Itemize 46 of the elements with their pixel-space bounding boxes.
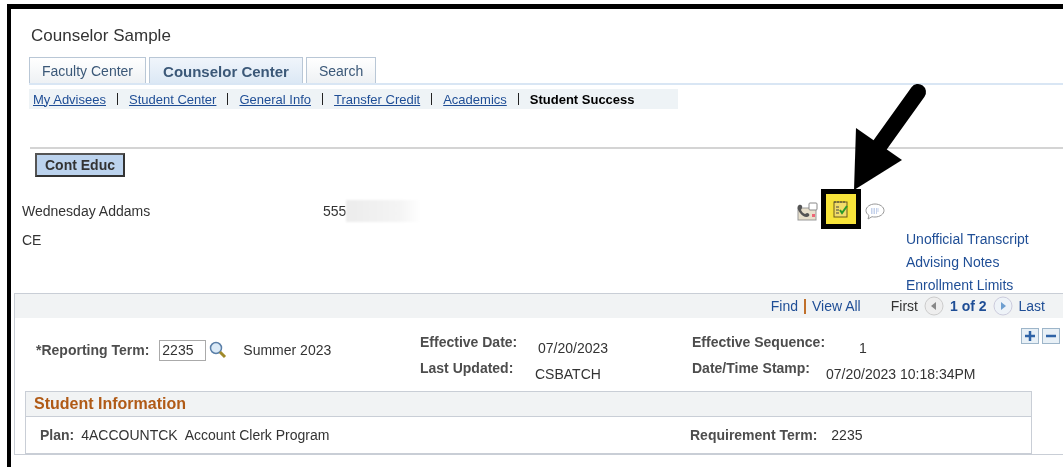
field-label: Plan:	[40, 427, 75, 443]
field-label: Effective Sequence:	[692, 334, 826, 352]
nav-link[interactable]: Student Success	[529, 91, 635, 107]
student-name: Wednesday Addams	[22, 203, 152, 219]
nav-link[interactable]: My Advisees	[33, 91, 106, 107]
find-link[interactable]: Find	[770, 298, 798, 314]
tab[interactable]: Counselor Center	[149, 57, 303, 83]
plan-code: 4ACCOUNTCK	[81, 427, 178, 443]
student-id: 555	[323, 203, 347, 219]
tab[interactable]: Faculty Center	[29, 57, 147, 83]
tab[interactable]: Search	[305, 57, 377, 83]
field-label: *Reporting Term:	[36, 342, 150, 358]
plan-description: Account Clerk Program	[184, 427, 330, 443]
nav-link[interactable]: Transfer Credit	[334, 91, 421, 107]
side-link[interactable]: Unofficial Transcript	[906, 230, 1063, 248]
first-label: First	[890, 298, 918, 314]
reporting-term-field[interactable]: 2235	[159, 339, 207, 361]
nav-link[interactable]: Student Center	[129, 91, 217, 107]
page-title: Counselor Sample	[31, 25, 172, 47]
field-label: Date/Time Stamp:	[692, 360, 810, 378]
nav-link[interactable]: General Info	[239, 91, 311, 107]
field-value: 2235	[831, 427, 863, 443]
search-icon[interactable]	[209, 341, 228, 359]
plus-icon	[1024, 330, 1036, 342]
career-button[interactable]: Cont Educ	[35, 153, 125, 177]
nav-link[interactable]: Academics	[443, 91, 507, 107]
field-value: 07/20/2023	[537, 339, 609, 358]
field-value: 07/20/2023 10:18:34PM	[826, 365, 976, 384]
contact-card-icon[interactable]	[795, 199, 819, 224]
last-link[interactable]: Last	[1018, 298, 1045, 314]
field-label: Effective Date:	[420, 334, 518, 352]
previous-icon[interactable]	[923, 296, 944, 316]
field-value: CSBATCH	[535, 365, 601, 384]
term-description: Summer 2023	[243, 342, 332, 358]
row-position: 1 of 2	[949, 298, 987, 314]
side-link[interactable]: Advising Notes	[906, 253, 1063, 271]
add-row-button[interactable]	[1021, 328, 1039, 344]
side-link[interactable]: Enrollment Limits	[906, 276, 1063, 294]
delete-row-button[interactable]	[1042, 328, 1060, 344]
notepad-check-icon[interactable]	[821, 188, 861, 229]
field-label: Requirement Term:	[690, 427, 818, 443]
section-header: Student Information	[26, 392, 1031, 417]
career-code: CE	[22, 232, 43, 248]
view-all-link[interactable]: View All	[811, 298, 861, 314]
field-value: 1	[858, 339, 867, 358]
field-label: Last Updated:	[420, 360, 514, 378]
